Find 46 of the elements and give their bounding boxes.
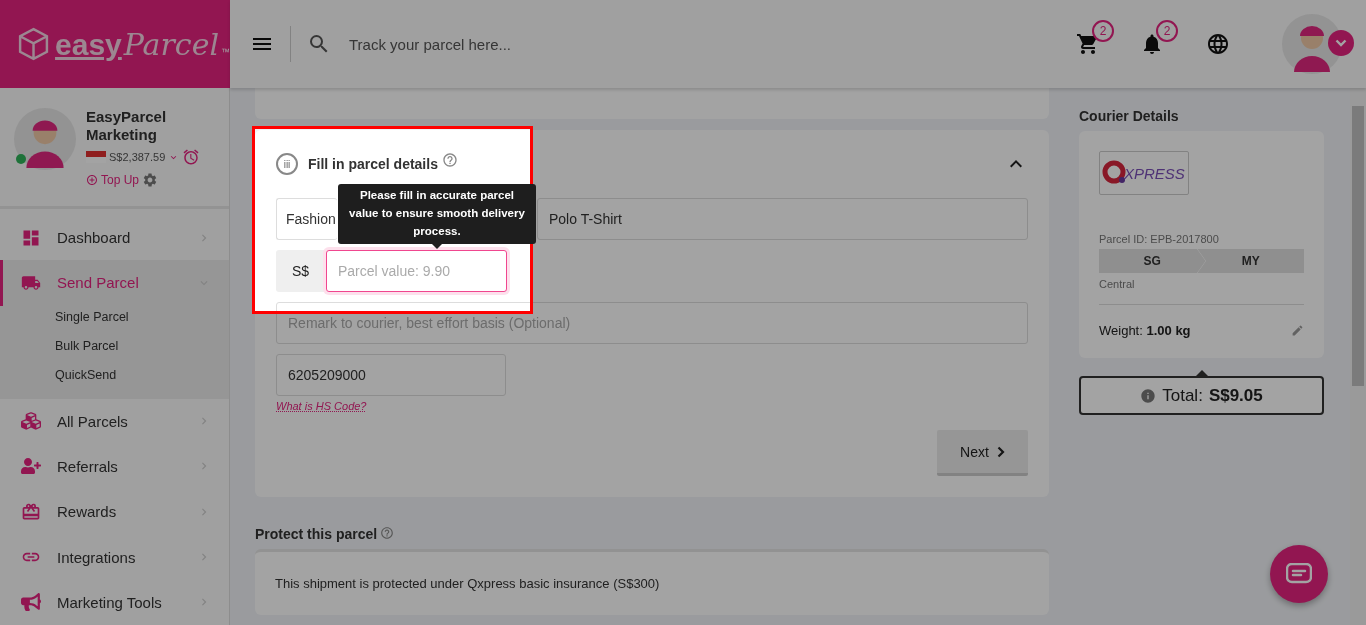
info-icon <box>1140 387 1157 404</box>
gift-icon <box>21 501 41 522</box>
parcel-id: Parcel ID: EPB-2017800 <box>1099 233 1220 245</box>
settings-icon[interactable] <box>142 172 159 188</box>
section-title: Fill in parcel details <box>308 156 438 172</box>
profile-button[interactable] <box>1282 14 1342 74</box>
protect-title: Protect this parcel <box>255 526 378 542</box>
user-name: EasyParcel Marketing <box>86 108 168 144</box>
add-icon <box>86 174 98 186</box>
profile-dropdown-button[interactable] <box>1328 30 1354 56</box>
step-number: iii <box>276 153 298 175</box>
add-user-icon <box>21 456 41 477</box>
destination-country: MY <box>1197 249 1304 273</box>
origin-country: SG <box>1099 249 1206 273</box>
megaphone-icon <box>21 592 41 613</box>
hs-code-link[interactable]: What is HS Code? <box>276 400 367 412</box>
cart-count-badge: 2 <box>1092 20 1114 42</box>
top-up-link[interactable]: Top Up <box>86 173 140 187</box>
courier-title: Courier Details <box>1079 108 1180 124</box>
currency-label: S$ <box>276 250 325 292</box>
avatar-icon <box>14 108 76 170</box>
boxes-icon <box>21 411 41 432</box>
chat-icon <box>1286 563 1312 585</box>
scrollbar[interactable] <box>1350 88 1366 625</box>
edit-icon[interactable] <box>1291 324 1304 337</box>
help-icon[interactable] <box>441 152 458 168</box>
language-button[interactable] <box>1206 32 1230 56</box>
tooltip: Please fill in accurate parcel value to ensure smooth delivery process. <box>338 184 536 244</box>
next-button[interactable]: Next <box>937 430 1028 476</box>
courier-logo: XPRESS <box>1099 151 1189 195</box>
avatar-icon <box>1282 14 1342 74</box>
protection-text: This shipment is protected under Qxpress basic insurance (S$300) <box>275 576 660 591</box>
help-icon[interactable] <box>380 526 395 540</box>
parcel-value-field[interactable]: Parcel value: 9.90 <box>326 250 507 292</box>
weight-text: Weight: 1.00 kg <box>1099 323 1191 338</box>
search-field[interactable]: Track your parcel here... <box>347 34 1076 54</box>
balance-text: S$2,387.59 <box>109 151 166 163</box>
alarm-icon <box>182 148 201 166</box>
hs-code-field[interactable]: 6205209000 <box>276 354 506 396</box>
notification-count-badge: 2 <box>1156 20 1178 42</box>
description-field[interactable]: Polo T-Shirt <box>537 198 1028 240</box>
category-select[interactable]: Fashion <box>276 198 337 240</box>
chevron-icon <box>996 445 1005 458</box>
area-text: Central <box>1099 278 1136 290</box>
chat-button[interactable] <box>1270 545 1328 603</box>
chevron-down-icon <box>1335 39 1347 47</box>
